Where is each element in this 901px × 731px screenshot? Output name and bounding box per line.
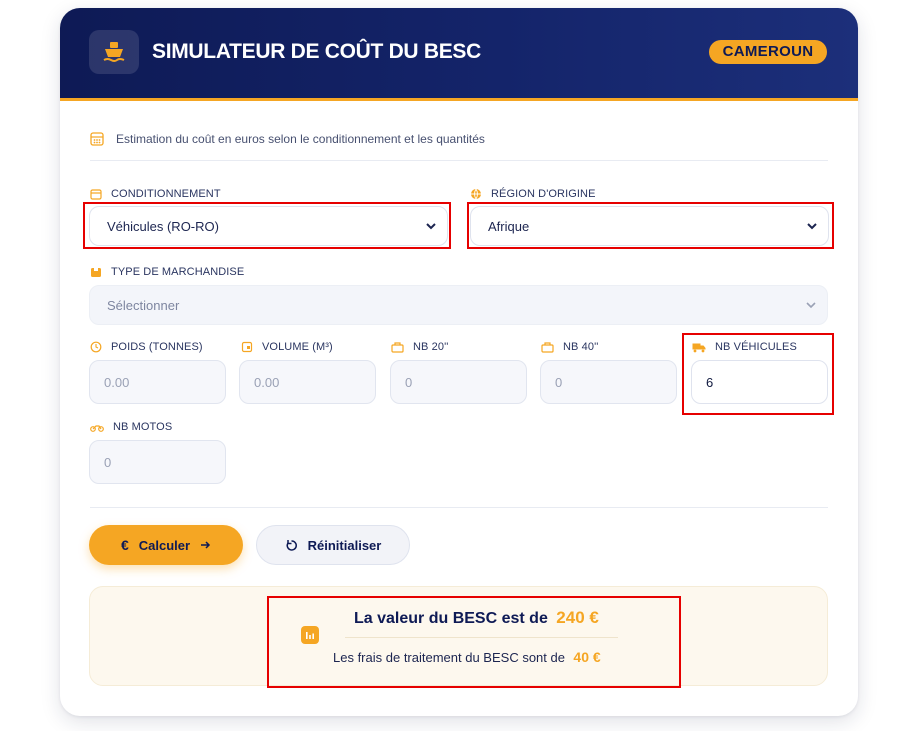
nb20-input[interactable]: 0: [390, 360, 527, 404]
nb-motos-value: 0: [104, 455, 112, 470]
conditionnement-label: CONDITIONNEMENT: [90, 188, 221, 200]
container-icon: [541, 341, 554, 353]
highlight-box: [83, 202, 451, 249]
region-label: RÉGION D'ORIGINE: [470, 188, 596, 200]
arrow-right-icon: [200, 540, 211, 550]
intro-text: Estimation du coût en euros selon le con…: [116, 132, 485, 146]
type-marchandise-label: TYPE DE MARCHANDISE: [90, 266, 244, 278]
reset-button[interactable]: Réinitialiser: [256, 525, 410, 565]
calculator-icon: [90, 132, 104, 149]
nb20-value: 0: [405, 375, 413, 390]
nb40-label: NB 40'': [541, 341, 598, 353]
calculate-label: Calculer: [138, 537, 191, 553]
page-title: SIMULATEUR DE COÛT DU BESC: [152, 40, 481, 63]
poids-value: 0.00: [104, 375, 130, 390]
globe-icon: [470, 188, 482, 200]
divider: [90, 507, 828, 508]
calculate-button[interactable]: € Calculer: [89, 525, 243, 565]
reset-label: Réinitialiser: [307, 537, 382, 553]
type-marchandise-placeholder: Sélectionner: [107, 298, 180, 313]
box-icon: [90, 188, 102, 200]
intro: Estimation du coût en euros selon le con…: [90, 130, 828, 161]
euro-icon: €: [120, 537, 129, 553]
weight-icon: [90, 341, 102, 353]
nb40-value: 0: [555, 375, 563, 390]
country-badge: CAMEROUN: [709, 40, 827, 64]
highlight-box: [267, 596, 681, 688]
nb20-label: NB 20'': [391, 341, 448, 353]
cube-icon: [241, 341, 253, 353]
nb-motos-input[interactable]: 0: [89, 440, 226, 484]
volume-value: 0.00: [254, 375, 280, 390]
header: SIMULATEUR DE COÛT DU BESC CAMEROUN: [60, 8, 858, 101]
type-marchandise-select[interactable]: Sélectionner: [89, 285, 828, 325]
highlight-box: [467, 202, 834, 249]
motorcycle-icon: [90, 422, 104, 433]
ship-icon: [89, 30, 139, 74]
container-icon: [391, 341, 404, 353]
highlight-box: [682, 333, 834, 415]
nb-motos-label: NB MOTOS: [90, 421, 172, 433]
volume-label: VOLUME (M³): [241, 341, 333, 353]
chevron-down-icon: [805, 299, 817, 314]
poids-label: POIDS (TONNES): [90, 341, 203, 353]
poids-input[interactable]: 0.00: [89, 360, 226, 404]
nb40-input[interactable]: 0: [540, 360, 677, 404]
reset-icon: [285, 539, 298, 552]
package-icon: [90, 266, 102, 278]
volume-input[interactable]: 0.00: [239, 360, 376, 404]
